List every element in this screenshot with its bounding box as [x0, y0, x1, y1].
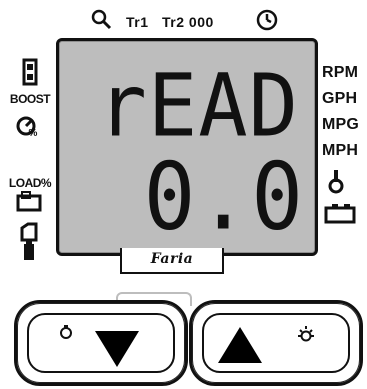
hourglass-icon [6, 58, 54, 91]
percent-label: % [28, 128, 38, 139]
mph-label: MPH [322, 142, 359, 159]
trip2-label: Tr2 000 [162, 14, 214, 30]
battery-icon [322, 200, 367, 231]
brand-tab: Faria [120, 248, 224, 274]
mpg-label: MPG [322, 116, 360, 133]
light-on-icon [296, 325, 316, 350]
fuel-icon [6, 238, 54, 269]
up-button[interactable] [189, 300, 363, 386]
rpm-label: RPM [322, 64, 359, 81]
brand-logo: Faria [150, 251, 194, 267]
display-line-2: 0.0 [143, 143, 305, 251]
trip1-label: Tr1 [126, 14, 149, 30]
gph-label: GPH [322, 90, 358, 107]
down-button[interactable] [14, 300, 188, 386]
light-off-icon [57, 323, 75, 346]
right-indicator-column: RPM GPH MPG MPH [322, 58, 367, 278]
clock-icon [255, 8, 279, 32]
load-label: LOAD% [8, 176, 52, 190]
top-indicator-strip: Tr1 Tr2 000 [90, 6, 290, 36]
left-indicator-column: BOOST % LOAD% [6, 58, 54, 268]
display-line-1: rEAD [97, 56, 299, 157]
boost-label: BOOST [9, 92, 51, 106]
temperature-icon [322, 168, 367, 199]
up-arrow-icon [218, 327, 262, 363]
search-icon [90, 8, 112, 30]
down-arrow-icon [95, 331, 139, 367]
lcd-display: rEAD 0.0 [56, 38, 318, 256]
engine-icon [6, 190, 54, 221]
